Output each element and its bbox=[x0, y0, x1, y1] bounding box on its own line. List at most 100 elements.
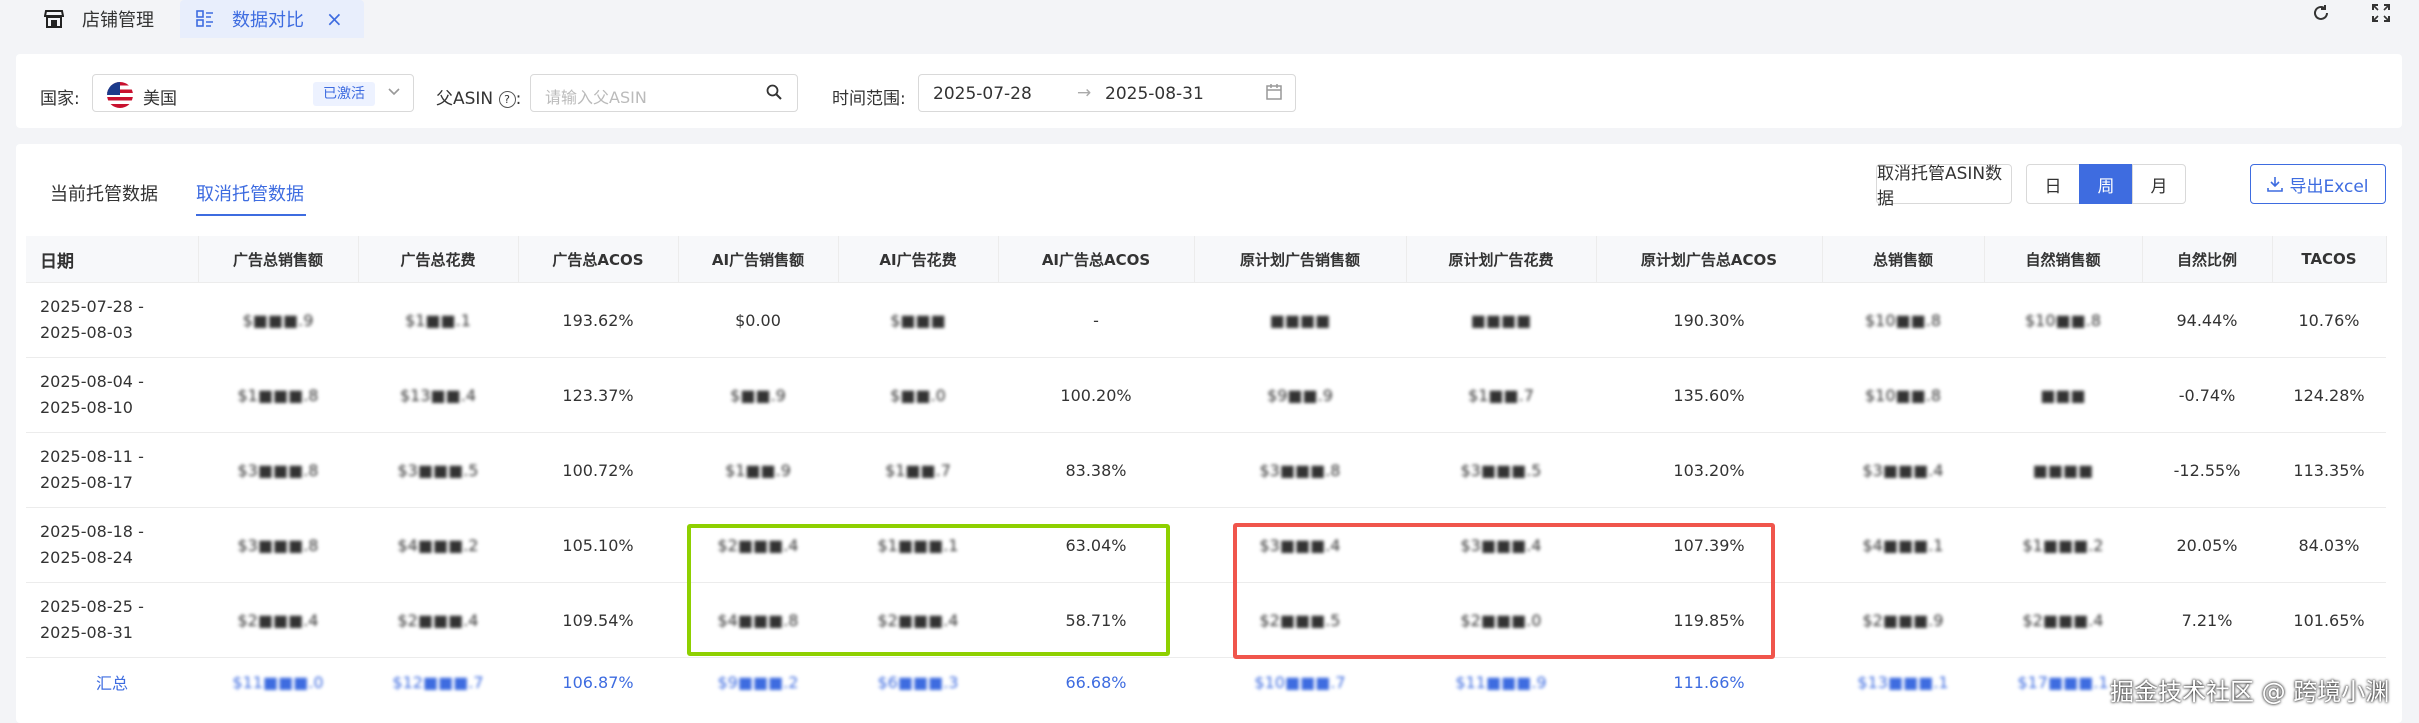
day-button[interactable]: 日 bbox=[2026, 164, 2080, 204]
country-label: 国家: bbox=[40, 89, 80, 109]
table-cell: $2■■■.4 bbox=[198, 582, 358, 658]
chevron-down-icon bbox=[387, 83, 401, 102]
total-cell: $12■■■.7 bbox=[392, 672, 484, 692]
search-icon[interactable] bbox=[765, 83, 783, 105]
tab-data-compare[interactable]: 数据对比 × bbox=[180, 0, 364, 38]
column-header: 自然比例 bbox=[2142, 236, 2273, 283]
export-label: 导出Excel bbox=[2289, 176, 2369, 197]
total-cell: $6■■■.3 bbox=[877, 672, 959, 692]
table-cell: 100.72% bbox=[518, 432, 678, 508]
date-end[interactable]: 2025-08-31 bbox=[1105, 84, 1204, 104]
table-row: 2025-07-28 - 2025-08-03 $■■■.9 $1■■.1 193.62… bbox=[26, 282, 2386, 358]
table-cell: 20.05% bbox=[2142, 507, 2272, 583]
table-cell: -12.55% bbox=[2142, 432, 2272, 508]
table-cell: $10■■.8 bbox=[1984, 282, 2142, 358]
table-cell: $1■■.7 bbox=[838, 432, 998, 508]
column-header: AI广告花费 bbox=[838, 236, 999, 283]
table-cell: $3■■■.5 bbox=[358, 432, 518, 508]
download-icon bbox=[2267, 176, 2284, 192]
date-start[interactable]: 2025-07-28 bbox=[933, 84, 1032, 104]
table-cell: ■■■■ bbox=[1194, 282, 1406, 358]
table-cell: 193.62% bbox=[518, 282, 678, 358]
table-cell: 105.10% bbox=[518, 507, 678, 583]
table-cell: $9■■.9 bbox=[1194, 357, 1406, 433]
table-cell: $10■■.8 bbox=[1822, 357, 1984, 433]
date-to: 2025-08-10 bbox=[40, 398, 133, 417]
column-header: AI广告销售额 bbox=[678, 236, 839, 283]
row-date-range: 2025-08-25 - 2025-08-31 bbox=[26, 582, 198, 658]
column-header: 自然销售额 bbox=[1984, 236, 2143, 283]
status-badge: 已激活 bbox=[313, 82, 375, 106]
store-icon bbox=[44, 10, 64, 28]
parent-asin-input[interactable]: 请输入父ASIN bbox=[530, 74, 798, 112]
total-cell: $10■■■.7 bbox=[1254, 672, 1346, 692]
filter-panel: 国家: 美国 已激活 父ASIN ?: 请输入父ASIN 时间范围: 2025-… bbox=[16, 54, 2402, 128]
column-header: 广告总ACOS bbox=[518, 236, 679, 283]
total-cell: $11■■■.0 bbox=[232, 672, 324, 692]
table-cell: 83.38% bbox=[998, 432, 1194, 508]
table-cell: 124.28% bbox=[2272, 357, 2386, 433]
week-button[interactable]: 周 bbox=[2079, 164, 2133, 204]
table-cell: $■■■ bbox=[838, 282, 998, 358]
table-cell: 94.44% bbox=[2142, 282, 2272, 358]
row-date-range: 2025-07-28 - 2025-08-03 bbox=[26, 282, 198, 358]
table-cell: ■■■ bbox=[1984, 357, 2142, 433]
dashboard-icon bbox=[196, 10, 214, 28]
tab-store-management[interactable]: 店铺管理 bbox=[44, 0, 154, 38]
table-row: 2025-08-25 -2025-08-31 $2■■■.4 $2■■■.4 109.… bbox=[26, 582, 2386, 658]
arrow-right-icon: → bbox=[1077, 83, 1092, 103]
fullscreen-icon[interactable] bbox=[2368, 0, 2394, 26]
ai-ads-highlight-box bbox=[687, 524, 1170, 656]
table-cell: -0.74% bbox=[2142, 357, 2272, 433]
table-cell: $■■.0 bbox=[838, 357, 998, 433]
table-cell: $2■■■.9 bbox=[1822, 582, 1984, 658]
column-header: TACOS bbox=[2272, 236, 2387, 283]
table-cell: 109.54% bbox=[518, 582, 678, 658]
date-from: 2025-08-25 - bbox=[40, 597, 144, 616]
date-from: 2025-08-18 - bbox=[40, 522, 144, 541]
parent-asin-label: 父ASIN ?: bbox=[436, 89, 522, 109]
tab-current-managed[interactable]: 当前托管数据 bbox=[50, 180, 158, 206]
refresh-icon[interactable] bbox=[2308, 0, 2334, 26]
table-header-row: 日期 广告总销售额 广告总花费 广告总ACOS AI广告销售额 AI广告花费 AI广告总AC… bbox=[26, 236, 2387, 283]
table-cell: 135.60% bbox=[1596, 357, 1822, 433]
date-range-picker[interactable]: 2025-07-28 → 2025-08-31 bbox=[918, 74, 1296, 112]
table-cell: $1■■■.2 bbox=[1984, 507, 2142, 583]
date-from: 2025-07-28 - bbox=[40, 297, 144, 316]
row-date-range: 2025-08-18 - 2025-08-24 bbox=[26, 507, 198, 583]
country-select[interactable]: 美国 已激活 bbox=[92, 74, 414, 112]
table-cell: 10.76% bbox=[2272, 282, 2386, 358]
column-header: 总销售额 bbox=[1822, 236, 1985, 283]
close-icon[interactable]: × bbox=[326, 7, 343, 31]
total-label: 汇总 bbox=[95, 674, 128, 693]
table-cell: $4■■■.2 bbox=[358, 507, 518, 583]
table-cell: $3■■■.8 bbox=[198, 507, 358, 583]
table-cell: $10■■.8 bbox=[1822, 282, 1984, 358]
month-button[interactable]: 月 bbox=[2132, 164, 2186, 204]
data-table: 日期 广告总销售额 广告总花费 广告总ACOS AI广告销售额 AI广告花费 AI广告总AC… bbox=[26, 236, 2387, 706]
table-cell: $1■■.9 bbox=[678, 432, 838, 508]
table-cell: 103.20% bbox=[1596, 432, 1822, 508]
active-tab-indicator bbox=[196, 214, 306, 216]
total-cell: 66.68% bbox=[1065, 672, 1127, 692]
date-to: 2025-08-31 bbox=[40, 623, 133, 642]
table-cell: $■■.9 bbox=[678, 357, 838, 433]
table-cell: $0.00 bbox=[678, 282, 838, 358]
original-plan-highlight-box bbox=[1233, 523, 1775, 659]
help-icon[interactable]: ? bbox=[498, 91, 516, 108]
table-cell: 100.20% bbox=[998, 357, 1194, 433]
granularity-toggle: 日 周 月 bbox=[2026, 164, 2186, 204]
export-excel-button[interactable]: 导出Excel bbox=[2250, 164, 2386, 204]
table-cell: 123.37% bbox=[518, 357, 678, 433]
table-cell: $3■■■.5 bbox=[1406, 432, 1596, 508]
total-cell: $11■■■.9 bbox=[1455, 672, 1547, 692]
date-to: 2025-08-03 bbox=[40, 323, 133, 342]
tab-cancelled-managed[interactable]: 取消托管数据 bbox=[196, 180, 304, 206]
table-cell: $1■■.1 bbox=[358, 282, 518, 358]
column-header: AI广告总ACOS bbox=[998, 236, 1195, 283]
table-cell: 113.35% bbox=[2272, 432, 2386, 508]
table-cell: ■■■■ bbox=[1984, 432, 2142, 508]
date-to: 2025-08-17 bbox=[40, 473, 133, 492]
calendar-icon[interactable] bbox=[1265, 83, 1283, 105]
cancel-asin-data-button[interactable]: 取消托管ASIN数据 bbox=[1876, 164, 2012, 209]
